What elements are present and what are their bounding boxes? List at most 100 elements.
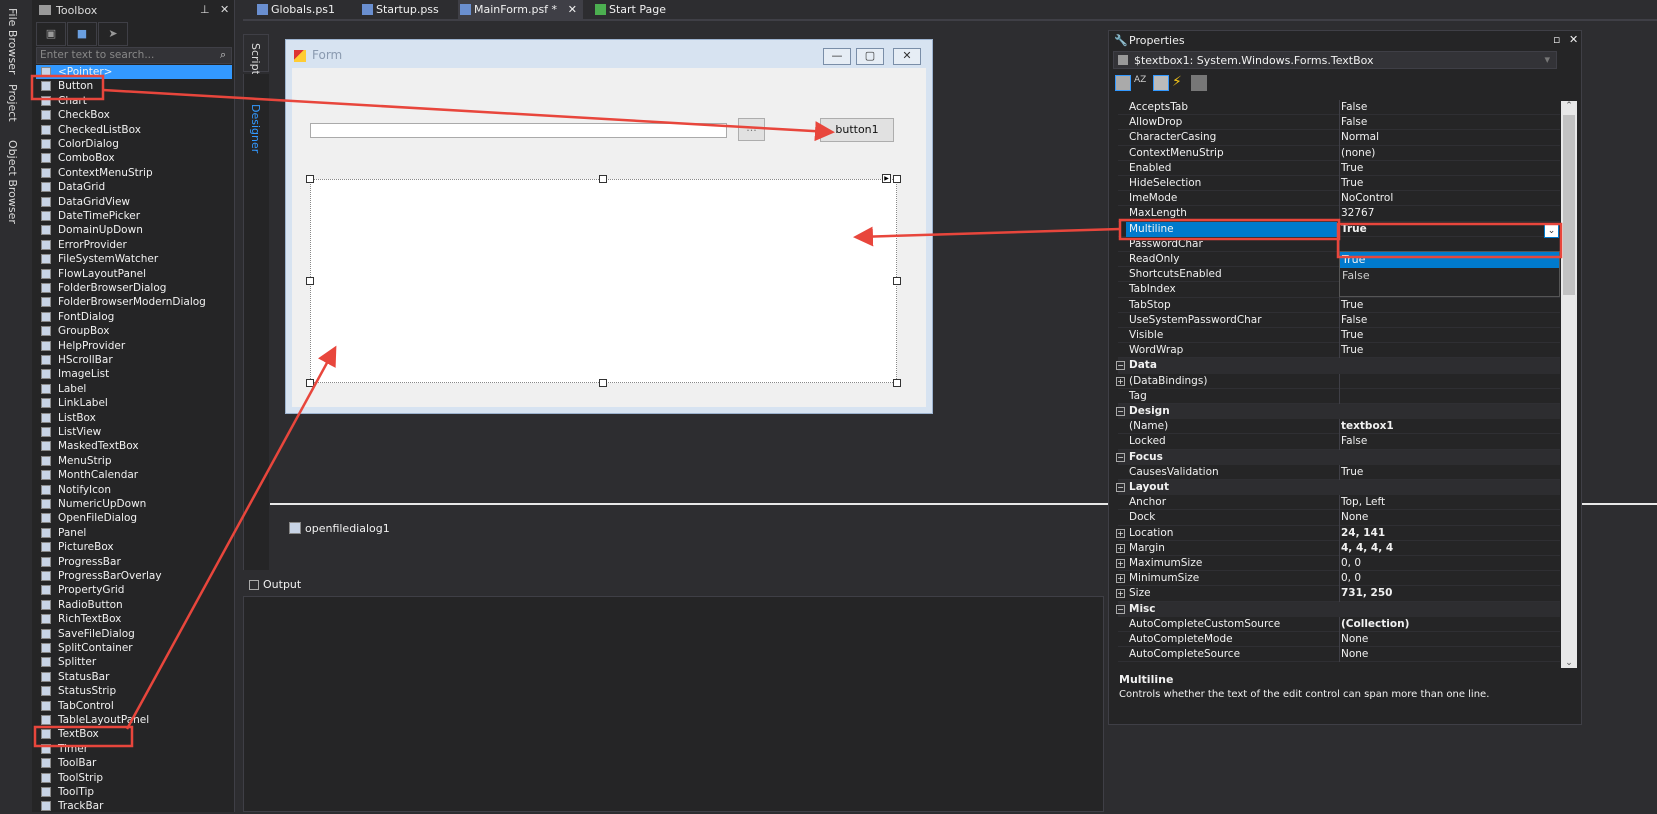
resize-handle[interactable] (306, 379, 314, 387)
designer-side-tab[interactable]: Designer (243, 74, 269, 570)
collapse-icon[interactable]: − (1116, 452, 1125, 462)
resize-handle[interactable] (306, 277, 314, 285)
tab-startup[interactable]: Startup.pss (360, 0, 460, 19)
tab-globals[interactable]: Globals.ps1 (255, 0, 355, 19)
toolbox-item[interactable]: DomainUpDown (36, 223, 232, 237)
object-browser-tab[interactable]: Object Browser (6, 140, 19, 224)
button1[interactable]: button1 (820, 118, 894, 142)
collapse-icon[interactable]: − (1116, 407, 1125, 416)
property-row[interactable]: (Name) textbox1 (1118, 419, 1560, 435)
expand-icon[interactable]: + (1116, 589, 1125, 599)
property-row[interactable]: CharacterCasing Normal (1118, 130, 1560, 146)
toolbox-item[interactable]: HScrollBar (36, 353, 232, 367)
collapse-icon[interactable]: − (1116, 483, 1125, 492)
toolbox-item[interactable]: CheckedListBox (36, 123, 232, 137)
property-row[interactable]: Anchor Top, Left (1118, 495, 1560, 511)
property-row[interactable]: CausesValidation True (1118, 464, 1560, 480)
toolbox-item[interactable]: ErrorProvider (36, 238, 232, 252)
script-side-tab[interactable]: Script (243, 34, 269, 75)
toolbox-item[interactable]: Splitter (36, 655, 232, 669)
resize-handle[interactable] (893, 379, 901, 387)
toolbox-item[interactable]: ProgressBar (36, 555, 232, 569)
toolbox-item[interactable]: SplitContainer (36, 641, 232, 655)
toolbox-item[interactable]: FolderBrowserModernDialog (36, 295, 232, 309)
file-browser-tab[interactable]: File Browser (6, 8, 19, 74)
close-tab-icon[interactable]: ✕ (568, 0, 577, 19)
close-button[interactable]: ✕ (893, 48, 921, 65)
property-row[interactable]: PasswordChar (1118, 236, 1560, 252)
toolbox-category-icon[interactable]: ▣ (36, 22, 66, 46)
toolbox-item[interactable]: FileSystemWatcher (36, 252, 232, 266)
property-row[interactable]: + Size 731, 250 (1116, 586, 1560, 602)
toolbox-item[interactable]: ToolTip (36, 785, 232, 799)
toolbox-item[interactable]: ColorDialog (36, 137, 232, 151)
toolbox-item[interactable]: DateTimePicker (36, 209, 232, 223)
toolbox-item[interactable]: FlowLayoutPanel (36, 267, 232, 281)
close-icon[interactable]: ✕ (1569, 33, 1578, 46)
toolbox-item[interactable]: RadioButton (36, 598, 232, 612)
property-pages-icon[interactable] (1191, 75, 1207, 91)
toolbox-item[interactable]: FolderBrowserDialog (36, 281, 232, 295)
property-category[interactable]: − Layout (1116, 480, 1560, 496)
toolbox-item[interactable]: OpenFileDialog (36, 511, 232, 525)
toolbox-item[interactable]: ImageList (36, 367, 232, 381)
property-row[interactable]: Tag (1118, 388, 1560, 404)
property-category[interactable]: − Design (1116, 404, 1560, 420)
property-row[interactable]: Enabled True (1118, 160, 1560, 176)
toolbox-item[interactable]: MenuStrip (36, 454, 232, 468)
resize-handle[interactable] (893, 175, 901, 183)
pointer-icon[interactable]: ➤ (98, 22, 128, 46)
maximize-icon[interactable]: ▫ (1553, 33, 1560, 46)
dropdown-chevron-icon[interactable]: ⌄ (1544, 224, 1559, 238)
pin-icon[interactable]: ⊥ (200, 3, 210, 16)
properties-view-icon[interactable] (1153, 75, 1169, 91)
toolbox-item[interactable]: HelpProvider (36, 339, 232, 353)
collapse-icon[interactable]: − (1116, 361, 1125, 371)
toolbox-item[interactable]: GroupBox (36, 324, 232, 338)
toolbox-item[interactable]: RichTextBox (36, 612, 232, 626)
toolbox-item[interactable]: ListBox (36, 411, 232, 425)
toolbox-item[interactable]: StatusStrip (36, 684, 232, 698)
project-tab[interactable]: Project (6, 84, 19, 122)
toolbox-item[interactable]: DataGrid (36, 180, 232, 194)
toolbox-item[interactable]: ProgressBarOverlay (36, 569, 232, 583)
property-row[interactable]: TabStop True (1118, 297, 1560, 313)
tab-start-page[interactable]: Start Page (593, 0, 693, 19)
property-row[interactable]: + MaximumSize 0, 0 (1116, 556, 1560, 572)
properties-scrollbar[interactable]: ⌃ ⌄ (1561, 101, 1577, 668)
object-selector[interactable]: $textbox1: System.Windows.Forms.TextBox … (1113, 51, 1557, 69)
toolbox-item[interactable]: Panel (36, 526, 232, 540)
dropdown-option-true[interactable]: True (1340, 252, 1559, 268)
events-icon[interactable]: ⚡ (1172, 75, 1188, 91)
property-row[interactable]: Dock None (1118, 510, 1560, 526)
toolbox-item[interactable]: CheckBox (36, 108, 232, 122)
property-category[interactable]: − Data (1116, 358, 1560, 374)
browse-button[interactable]: ... (738, 118, 765, 141)
property-row[interactable]: WordWrap True (1118, 343, 1560, 359)
categorized-icon[interactable] (1115, 75, 1131, 91)
toolbox-item[interactable]: FontDialog (36, 310, 232, 324)
resize-handle[interactable] (599, 379, 607, 387)
toolbox-item[interactable]: ContextMenuStrip (36, 166, 232, 180)
scrollbar-thumb[interactable] (1563, 115, 1575, 295)
toolbox-item[interactable]: ListView (36, 425, 232, 439)
path-textbox[interactable] (310, 123, 727, 138)
tab-mainform[interactable]: MainForm.psf * ✕ (458, 0, 583, 19)
property-row[interactable]: + (DataBindings) (1116, 373, 1560, 389)
resize-handle[interactable] (306, 175, 314, 183)
toolbox-item[interactable]: Chart (36, 94, 232, 108)
openfiledialog1-component[interactable]: openfiledialog1 (305, 522, 390, 535)
expand-icon[interactable]: + (1116, 528, 1125, 538)
toolbox-item[interactable]: Timer (36, 742, 232, 756)
property-row[interactable]: + MinimumSize 0, 0 (1116, 571, 1560, 587)
dropdown-option-false[interactable]: False (1340, 268, 1559, 284)
toolbox-item[interactable]: ComboBox (36, 151, 232, 165)
toolbox-item[interactable]: TabControl (36, 699, 232, 713)
toolbox-item[interactable]: LinkLabel (36, 396, 232, 410)
toolbox-item[interactable]: NumericUpDown (36, 497, 232, 511)
property-row[interactable]: Multiline True (1118, 221, 1560, 237)
toolbox-item[interactable]: NotifyIcon (36, 483, 232, 497)
property-row[interactable]: ImeMode NoControl (1118, 191, 1560, 207)
toolbox-item[interactable]: MonthCalendar (36, 468, 232, 482)
toolbox-item[interactable]: StatusBar (36, 670, 232, 684)
